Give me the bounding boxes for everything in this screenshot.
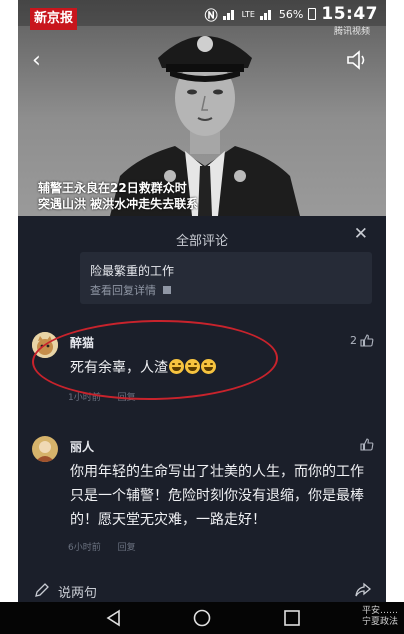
panel-title: 全部评论 (175, 234, 228, 249)
wifi-signal-icon (222, 8, 237, 20)
comment-text: 你用年轻的生命写出了壮美的人生，而你的工作只是一个辅警！危险时刻你没有退缩，你是… (70, 464, 364, 528)
source-tag: 腾讯视频 (333, 27, 370, 37)
view-reply-details-link[interactable]: 查看回复详情 (90, 282, 171, 298)
reply-button[interactable]: 回复 (118, 543, 136, 553)
like-count: 2 (350, 334, 357, 347)
back-arrow-icon[interactable]: ‹ (32, 50, 41, 72)
share-icon[interactable] (354, 582, 372, 598)
status-bar: 新京报 Ⓝ LTE 56% 15:47 (18, 0, 386, 30)
battery-level: 56% (278, 7, 304, 21)
clock: 15:47 (321, 4, 378, 24)
account-watermark: 平安…… 宁夏政法 (362, 606, 398, 628)
avatar[interactable] (32, 436, 58, 462)
caption-line-1: 辅警王永良在22日救群众时 (38, 181, 187, 195)
comment-time: 6小时前 (68, 543, 101, 553)
speaker-icon[interactable] (346, 50, 368, 70)
network-type: LTE (241, 9, 255, 19)
like-button[interactable]: 2 (350, 334, 374, 347)
pencil-icon (35, 583, 49, 597)
watermark-line-1: 平安…… (361, 606, 398, 616)
nav-back-icon[interactable] (104, 608, 124, 628)
comments-panel: 全部评论 ✕ 险最繁重的工作 查看回复详情 醉猫 2 死有余辜，人渣 1小时前 … (18, 216, 386, 602)
watermark-line-2: 宁夏政法 (361, 617, 398, 627)
comment-composer[interactable]: 说两句 (18, 580, 386, 601)
video-player[interactable]: 新京报 Ⓝ LTE 56% 15:47 腾讯视频 ‹ 辅警王永良在22日救群众时… (18, 0, 386, 216)
news-logo: 新京报 (30, 8, 78, 30)
nav-recents-icon[interactable] (282, 608, 302, 628)
android-nav-bar (0, 602, 404, 634)
battery-icon (308, 8, 317, 20)
reply-preview[interactable]: 险最繁重的工作 查看回复详情 (80, 252, 372, 304)
reply-preview-text: 险最繁重的工作 (90, 264, 175, 278)
nfc-icon: Ⓝ (204, 8, 218, 24)
video-caption: 辅警王永良在22日救群众时 突遇山洪 被洪水冲走失去联系 (38, 180, 198, 212)
status-icons: Ⓝ LTE 56% 15:47 (205, 4, 378, 24)
nav-home-icon[interactable] (192, 608, 212, 628)
person-avatar-icon (32, 436, 58, 462)
comment-meta: 6小时前 回复 (68, 540, 136, 553)
thumbs-up-icon (360, 334, 374, 347)
caption-line-2: 突遇山洪 被洪水冲走失去联系 (38, 197, 199, 211)
close-icon[interactable]: ✕ (354, 226, 368, 243)
phone-screen: 新京报 Ⓝ LTE 56% 15:47 腾讯视频 ‹ 辅警王永良在22日救群众时… (18, 0, 386, 602)
cell-signal-icon (259, 8, 274, 20)
view-reply-details-label: 查看回复详情 (90, 284, 156, 297)
comment-author[interactable]: 丽人 (70, 438, 94, 455)
expand-icon (162, 286, 171, 294)
like-button[interactable] (360, 438, 374, 451)
composer-placeholder: 说两句 (58, 586, 98, 601)
screenshot-frame: 新京报 Ⓝ LTE 56% 15:47 腾讯视频 ‹ 辅警王永良在22日救群众时… (0, 0, 404, 634)
thumbs-up-icon (360, 438, 374, 451)
